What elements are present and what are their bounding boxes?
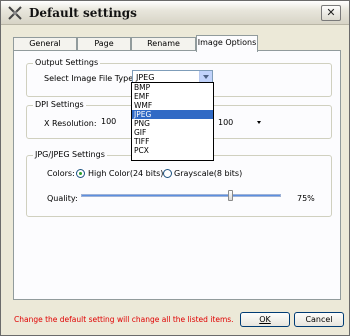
- window-title: Default settings: [29, 6, 137, 20]
- grayscale-label[interactable]: Grayscale(8 bits): [174, 169, 242, 178]
- quality-label: Quality:: [47, 194, 78, 203]
- grayscale-radio[interactable]: [163, 169, 172, 178]
- chevron-down-icon: [203, 75, 209, 79]
- colors-label: Colors:: [47, 169, 75, 178]
- close-button[interactable]: ✕: [321, 5, 341, 21]
- jpeg-settings-label: JPG/JPEG Settings: [33, 150, 107, 159]
- jpeg-settings-group: JPG/JPEG Settings Colors: High Color(24 …: [26, 150, 332, 217]
- file-type-option[interactable]: PNG: [132, 119, 213, 128]
- ok-button[interactable]: OK: [240, 312, 290, 327]
- y-resolution-select[interactable]: 100: [215, 116, 263, 130]
- tab-page-options[interactable]: Page Options: [77, 37, 131, 60]
- output-settings-label: Output Settings: [33, 58, 101, 67]
- file-type-option[interactable]: WMF: [132, 101, 213, 110]
- quality-slider-thumb[interactable]: [228, 190, 233, 201]
- cancel-label: Cancel: [305, 315, 333, 324]
- tab-general-options[interactable]: General Options: [13, 37, 77, 60]
- dpi-settings-label: DPI Settings: [33, 100, 86, 109]
- file-type-option[interactable]: EMF: [132, 92, 213, 101]
- high-color-label[interactable]: High Color(24 bits): [88, 169, 163, 178]
- settings-dialog: Default settings ✕ General Options Page …: [0, 0, 350, 336]
- quality-value: 75%: [297, 194, 315, 203]
- file-type-option[interactable]: BMP: [132, 83, 213, 92]
- app-icon: [8, 6, 22, 20]
- x-resolution-label: X Resolution:: [44, 119, 97, 128]
- tab-rename-options[interactable]: Rename Options: [131, 37, 196, 60]
- quality-slider-track[interactable]: [81, 194, 281, 197]
- ok-label: OK: [259, 315, 271, 324]
- file-type-dropdown-list[interactable]: BMP EMF WMF JPEG PNG GIF TIFF PCX: [131, 82, 214, 161]
- warning-message: Change the default setting will change a…: [14, 315, 234, 324]
- cancel-button[interactable]: Cancel: [294, 312, 344, 327]
- high-color-radio[interactable]: [76, 169, 85, 178]
- y-resolution-value: 100: [218, 118, 234, 127]
- file-type-option[interactable]: PCX: [132, 146, 213, 155]
- file-type-option[interactable]: JPEG: [132, 110, 213, 119]
- file-type-option[interactable]: GIF: [132, 128, 213, 137]
- chevron-down-icon[interactable]: [257, 121, 261, 124]
- tab-image-options[interactable]: Image Options: [196, 35, 258, 52]
- file-type-option[interactable]: TIFF: [132, 137, 213, 146]
- x-resolution-value[interactable]: 100: [101, 117, 116, 126]
- title-bar[interactable]: Default settings ✕: [1, 1, 349, 25]
- file-type-label: Select Image File Type:: [44, 74, 136, 83]
